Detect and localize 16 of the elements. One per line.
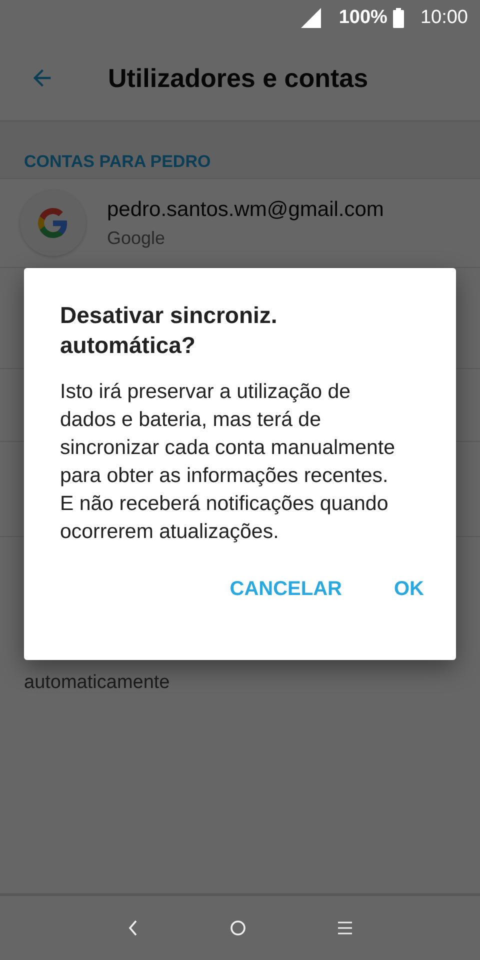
battery-icon <box>393 8 404 28</box>
dialog-message: Isto irá preservar a utilização de dados e bateria, mas terá de sincronizar cada conta manualmente para obter as informações recentes. E não receberá notificações quando ocorrerem atualizações. <box>60 379 396 545</box>
screen-title: Utilizadores e contas <box>108 62 368 94</box>
menu-icon[interactable] <box>338 921 352 935</box>
clock: 10:00 <box>420 7 468 29</box>
setting-summary: automaticamente <box>24 672 171 694</box>
account-type: Google <box>107 228 166 248</box>
home-nav-icon[interactable] <box>230 920 246 936</box>
signal-icon <box>300 8 321 28</box>
back-nav-icon[interactable] <box>128 920 138 936</box>
account-email: pedro.santos.wm@gmail.com <box>107 198 384 222</box>
account-row[interactable]: pedro.santos.wm@gmail.com Google <box>0 179 480 268</box>
dialog-title: Desativar sincroniz. automática? <box>60 301 278 360</box>
cancel-button[interactable]: CANCELAR <box>218 570 354 609</box>
ok-button[interactable]: OK <box>382 570 436 609</box>
battery-level: 100% <box>338 7 388 29</box>
